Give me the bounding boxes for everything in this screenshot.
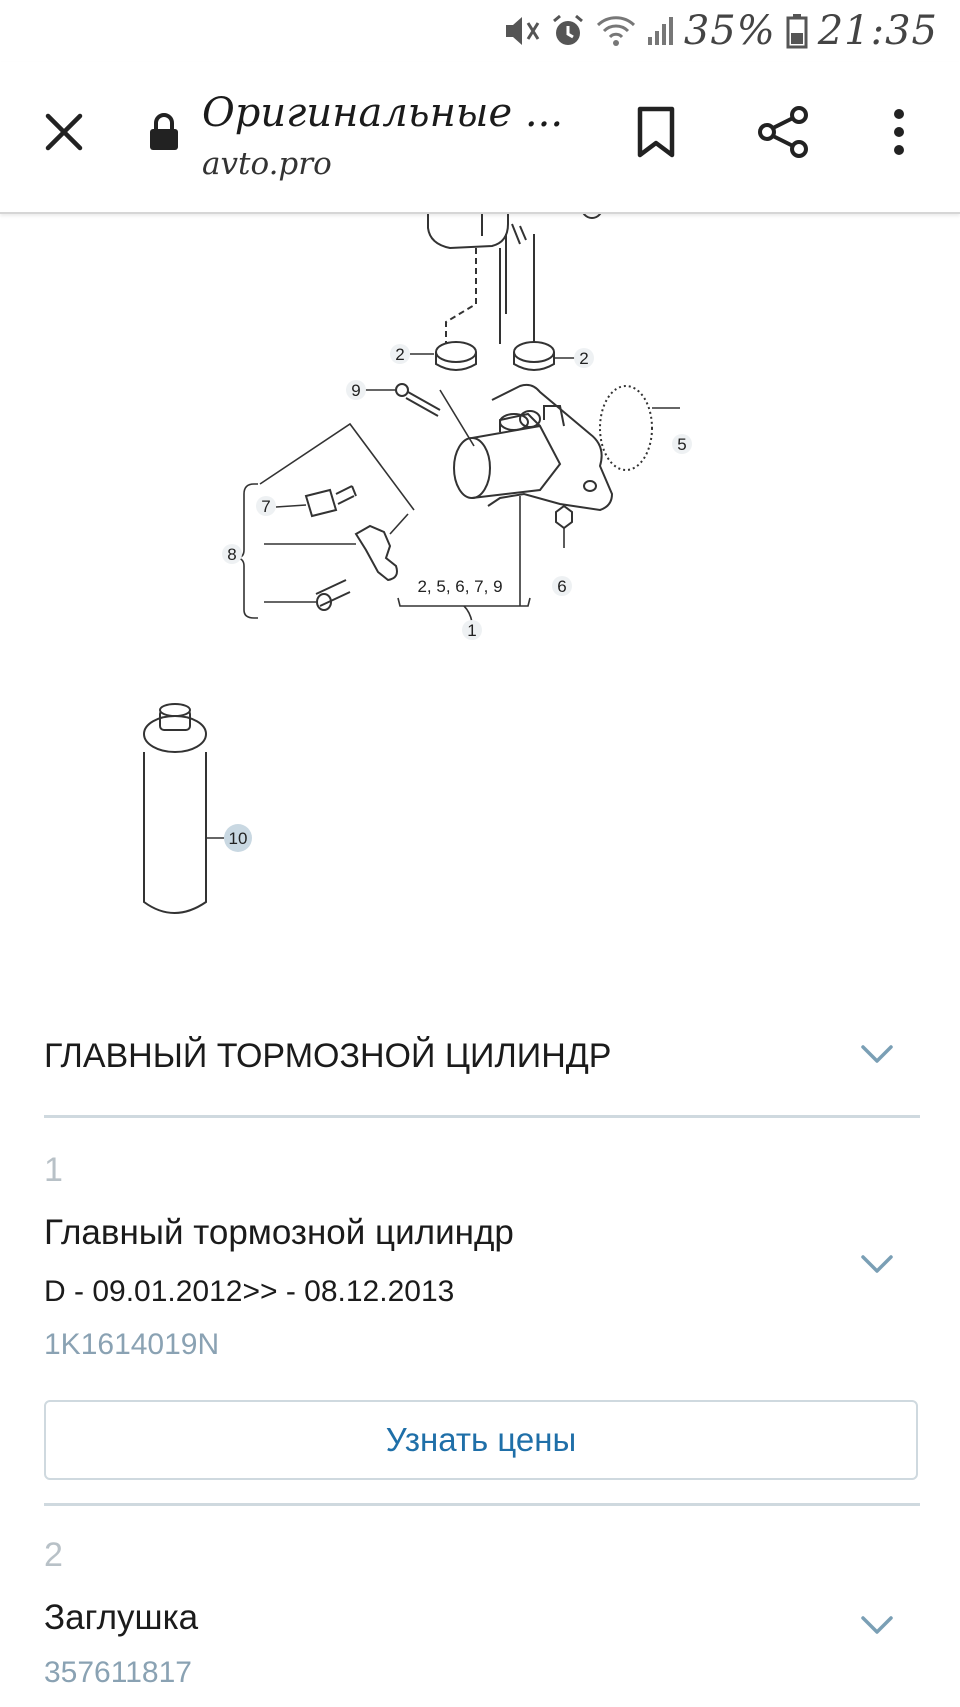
item-number: 1 bbox=[44, 1151, 63, 1189]
battery-icon bbox=[786, 14, 808, 49]
callout-8: 8 bbox=[227, 545, 236, 564]
callout-10: 10 bbox=[229, 829, 248, 848]
chevron-down-icon[interactable] bbox=[860, 1614, 894, 1636]
page-url: avto.pro bbox=[202, 146, 332, 182]
mute-icon bbox=[505, 17, 540, 45]
page-title-block[interactable]: Оригинальные ... avto.pro bbox=[202, 90, 582, 182]
item-number: 2 bbox=[44, 1536, 63, 1574]
share-icon bbox=[758, 106, 808, 158]
battery-level: 35% bbox=[683, 8, 776, 54]
item-date: D - 09.01.2012>> - 08.12.2013 bbox=[44, 1275, 455, 1308]
page-title: Оригинальные ... bbox=[202, 90, 564, 136]
more-icon bbox=[894, 109, 904, 155]
browser-toolbar: Оригинальные ... avto.pro bbox=[0, 62, 960, 214]
close-icon bbox=[45, 113, 83, 151]
clock: 21:35 bbox=[817, 8, 938, 54]
status-bar: 35% 21:35 bbox=[0, 0, 960, 62]
bookmark-icon bbox=[637, 106, 675, 158]
callout-2-right: 2 bbox=[579, 349, 588, 368]
part-item[interactable]: 2 Заглушка 357611817 bbox=[44, 1530, 920, 1707]
divider bbox=[44, 1503, 920, 1506]
section-header[interactable]: ГЛАВНЫЙ ТОРМОЗНОЙ ЦИЛИНДР bbox=[44, 1025, 920, 1118]
callout-6: 6 bbox=[557, 577, 566, 596]
lock-icon bbox=[150, 113, 178, 150]
share-button[interactable] bbox=[752, 100, 816, 164]
chevron-down-icon[interactable] bbox=[860, 1043, 894, 1065]
more-options-button[interactable] bbox=[874, 100, 924, 164]
get-prices-button[interactable]: Узнать цены bbox=[44, 1400, 918, 1480]
chevron-down-icon[interactable] bbox=[860, 1253, 894, 1275]
callout-9: 9 bbox=[351, 381, 360, 400]
item-part-number[interactable]: 357611817 bbox=[44, 1656, 192, 1690]
section-title: ГЛАВНЫЙ ТОРМОЗНОЙ ЦИЛИНДР bbox=[44, 1037, 612, 1075]
callout-7: 7 bbox=[261, 497, 270, 516]
signal-icon bbox=[647, 17, 673, 45]
callout-group: 2, 5, 6, 7, 9 bbox=[417, 577, 502, 596]
callout-1: 1 bbox=[467, 621, 476, 640]
item-part-number[interactable]: 1K1614019N bbox=[44, 1328, 219, 1362]
bookmark-button[interactable] bbox=[626, 100, 686, 164]
secure-connection-indicator[interactable] bbox=[144, 110, 184, 154]
callout-5: 5 bbox=[677, 435, 686, 454]
item-name: Заглушка bbox=[44, 1598, 199, 1637]
parts-diagram: 2 2 9 5 7 8 6 2, 5, 6, 7, 9 1 10 bbox=[143, 214, 692, 914]
wifi-icon bbox=[596, 16, 635, 46]
status-icons: 35% 21:35 bbox=[502, 8, 938, 54]
item-name: Главный тормозной цилиндр bbox=[44, 1213, 514, 1252]
part-item[interactable]: 1 Главный тормозной цилиндр D - 09.01.20… bbox=[44, 1145, 920, 1370]
close-button[interactable] bbox=[34, 102, 94, 162]
callout-2-left: 2 bbox=[395, 345, 404, 364]
alarm-icon bbox=[552, 14, 583, 45]
